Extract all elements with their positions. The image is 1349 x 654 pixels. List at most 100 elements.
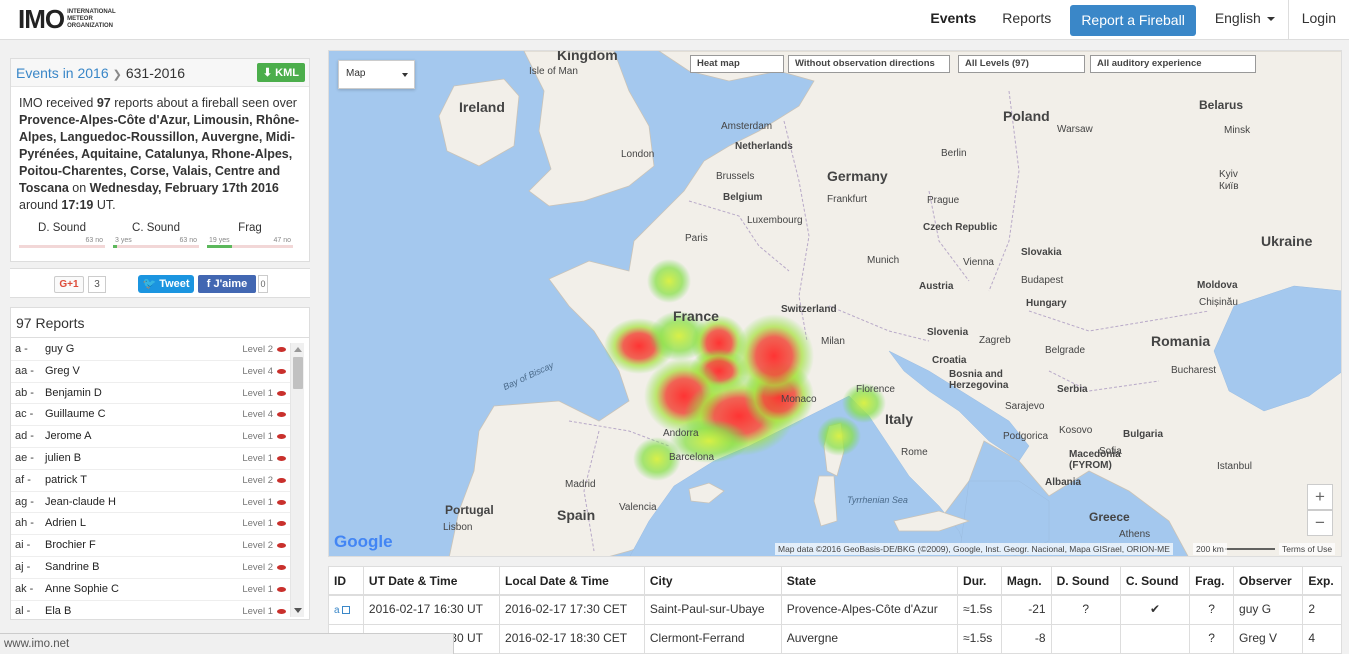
google-logo-text: Google xyxy=(334,532,393,551)
column-header[interactable]: City xyxy=(644,567,782,596)
scroll-down-icon[interactable] xyxy=(294,608,302,613)
nav-login[interactable]: Login xyxy=(1287,0,1349,40)
map-label-podgorica: Podgorica xyxy=(1003,431,1049,442)
kml-download-button[interactable]: ⬇ KML xyxy=(256,63,305,82)
stat-frag-no: 47 no xyxy=(273,237,291,244)
report-level: Level 1 xyxy=(242,496,273,508)
zoom-in-button[interactable]: + xyxy=(1307,484,1333,510)
report-list-item[interactable]: aj - Sandrine B Level 2 xyxy=(11,557,291,579)
tweet-button[interactable]: 🐦 Tweet xyxy=(138,275,194,293)
zoom-out-button[interactable]: − xyxy=(1307,510,1333,536)
logo-mark: IMO xyxy=(18,4,65,34)
map-label-barcelona: Barcelona xyxy=(669,452,715,463)
report-list-item[interactable]: ak - Anne Sophie C Level 1 xyxy=(11,579,291,601)
filter-observation-directions[interactable]: Without observation directions xyxy=(788,55,950,73)
report-list-item[interactable]: ag - Jean-claude H Level 1 xyxy=(11,492,291,514)
report-fireball-button[interactable]: Report a Fireball xyxy=(1070,4,1196,36)
external-link-icon[interactable] xyxy=(341,606,350,614)
report-id: ai - xyxy=(15,539,31,552)
report-list-item[interactable]: ai - Brochier F Level 2 xyxy=(11,535,291,557)
column-header[interactable]: Observer xyxy=(1233,567,1304,596)
report-id: ac - xyxy=(15,408,34,421)
stat-dsound-bar xyxy=(19,245,105,248)
column-header[interactable]: Dur. xyxy=(957,567,1002,596)
table-row[interactable]: a 2016-02-17 16:30 UT 2016-02-17 17:30 CET… xyxy=(329,595,1341,625)
report-list-item[interactable]: aa - Greg V Level 4 xyxy=(11,361,291,383)
report-level: Level 1 xyxy=(242,452,273,464)
stat-csound-fill xyxy=(113,245,117,248)
filter-auditory[interactable]: All auditory experience xyxy=(1090,55,1256,73)
report-list-item[interactable]: ac - Guillaume C Level 4 xyxy=(11,404,291,427)
terms-of-use-link[interactable]: Terms of Use xyxy=(1279,543,1336,555)
map-label-milan: Milan xyxy=(821,336,845,347)
map-label-istanbul: Istanbul xyxy=(1217,461,1253,472)
filter-levels[interactable]: All Levels (97) xyxy=(958,55,1085,73)
stat-frag-fill xyxy=(207,245,232,248)
google-logo: Google xyxy=(334,532,393,552)
column-header[interactable]: ID xyxy=(329,567,364,596)
reports-list: a - guy G Level 2 aa - Greg V Level 4 ab - Benj… xyxy=(11,339,291,619)
level-dot-icon xyxy=(277,477,286,483)
scroll-up-icon[interactable] xyxy=(294,347,302,352)
column-header[interactable]: Exp. xyxy=(1302,567,1341,596)
cell-local: 2016-02-17 18:30 CET xyxy=(499,624,645,653)
report-level: Level 1 xyxy=(242,431,273,443)
language-label: English xyxy=(1214,10,1261,26)
report-observer: Anne Sophie C xyxy=(45,582,119,595)
map-label-belarus: Belarus xyxy=(1199,98,1244,112)
report-id: af - xyxy=(15,473,31,486)
column-header[interactable]: State xyxy=(781,567,959,596)
cell-ut: 2016-02-17 16:30 UT xyxy=(363,595,501,625)
tweet-label: Tweet xyxy=(159,278,190,290)
map-label-bosnia: Bosnia and Herzegovina xyxy=(949,369,1009,391)
table-header-row: ID UT Date & Time Local Date & Time City Sta… xyxy=(329,567,1341,596)
column-header[interactable]: D. Sound xyxy=(1051,567,1121,596)
report-list-item[interactable]: af - patrick T Level 2 xyxy=(11,470,291,492)
heatmap-map[interactable]: Map Heat map Without observation directi… xyxy=(328,50,1342,557)
cell-dur: ≈1.5s xyxy=(957,595,1002,625)
language-dropdown[interactable]: English xyxy=(1202,0,1288,40)
facebook-like-button[interactable]: f J'aime xyxy=(198,275,256,293)
cell-frag: ? xyxy=(1189,595,1235,625)
map-label-czech: Czech Republic xyxy=(923,222,998,233)
column-header[interactable]: UT Date & Time xyxy=(363,567,501,596)
map-type-select[interactable]: Map xyxy=(338,60,415,89)
scroll-thumb[interactable] xyxy=(293,357,303,389)
imo-logo[interactable]: IMO International Meteor Organization xyxy=(18,4,127,35)
report-list-item[interactable]: ae - julien B Level 1 xyxy=(11,448,291,470)
facebook-label: J'aime xyxy=(213,278,248,290)
desc-around: around xyxy=(19,198,62,212)
cell-magn: -21 xyxy=(1001,595,1052,625)
report-list-item[interactable]: a - guy G Level 2 xyxy=(11,339,291,361)
column-header[interactable]: Magn. xyxy=(1001,567,1052,596)
table-row[interactable]: aa2016-02-17 16:30 UT2016-02-17 18:30 CE… xyxy=(329,624,1341,653)
map-label-minsk: Minsk xyxy=(1224,125,1251,136)
filter-heat-map[interactable]: Heat map xyxy=(690,55,784,73)
column-header[interactable]: C. Sound xyxy=(1120,567,1191,596)
map-label-spain: Spain xyxy=(557,507,596,523)
nav-events[interactable]: Events xyxy=(917,0,989,40)
report-link-cell[interactable]: a xyxy=(329,595,364,625)
map-label-chisinau: Chișinău xyxy=(1199,297,1238,308)
reports-scrollbar[interactable] xyxy=(290,343,304,617)
column-header[interactable]: Frag. xyxy=(1189,567,1235,596)
breadcrumb-events-2016[interactable]: Events in 2016 xyxy=(16,65,109,81)
nav-reports[interactable]: Reports xyxy=(989,0,1064,40)
report-list-item[interactable]: ab - Benjamin D Level 1 xyxy=(11,383,291,405)
cell-local: 2016-02-17 17:30 CET xyxy=(499,595,645,625)
report-list-item[interactable]: ad - Jerome A Level 1 xyxy=(11,426,291,448)
map-label-macedonia: Macedonia (FYROM) xyxy=(1069,449,1121,471)
map-label-poland: Poland xyxy=(1003,108,1050,124)
report-list-item[interactable]: ah - Adrien L Level 1 xyxy=(11,513,291,536)
reports-table-container: ID UT Date & Time Local Date & Time City Sta… xyxy=(328,566,1342,654)
report-link[interactable]: a xyxy=(334,605,340,616)
cell-frag: ? xyxy=(1189,624,1235,653)
google-plus-button[interactable]: G+1 xyxy=(54,276,84,293)
report-id: ag - xyxy=(15,495,34,508)
report-count: 97 xyxy=(96,96,111,110)
report-list-item[interactable]: al - Ela B Level 1 xyxy=(11,601,291,619)
stat-dsound-label: D. Sound xyxy=(38,222,86,234)
event-description: IMO received 97 reports about a fireball… xyxy=(11,87,309,218)
map-label-belgium: Belgium xyxy=(723,192,763,203)
column-header[interactable]: Local Date & Time xyxy=(499,567,645,596)
